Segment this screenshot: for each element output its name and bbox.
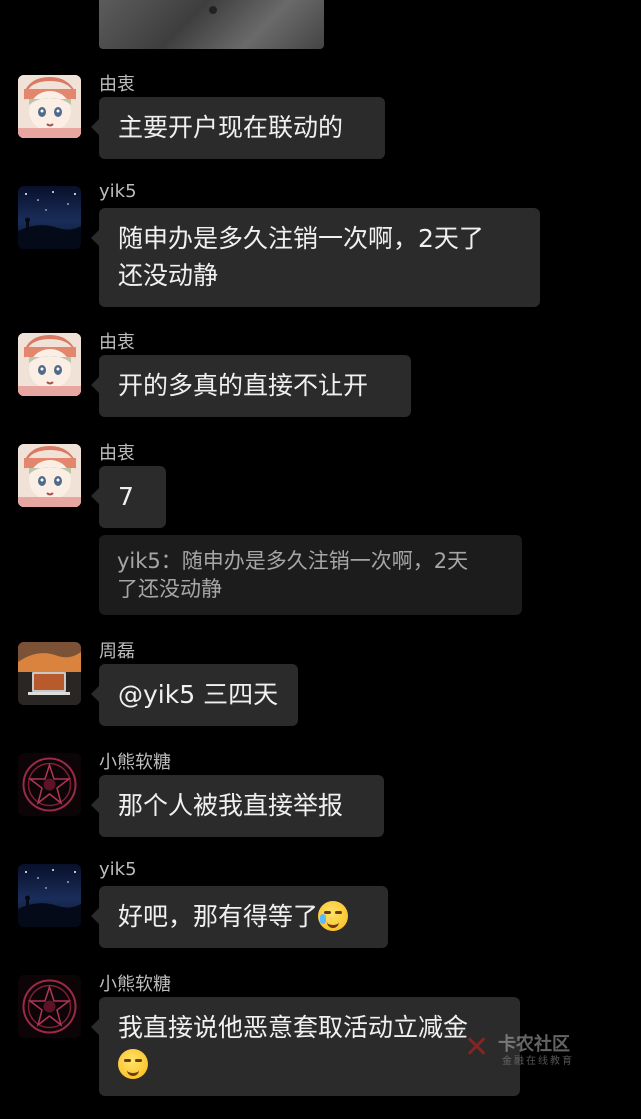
quote-text-line: yik5：随申办是多久注销一次啊，2天 [117,549,469,573]
sender-name: 由衷 [99,74,135,95]
image-detail [209,6,217,14]
sender-name: 小熊软糖 [99,752,171,773]
message-bubble[interactable]: 随申办是多久注销一次啊，2天了 还没动静 [91,208,540,307]
logo-icon: ✕ [464,1030,490,1065]
message-text-line: 还没动静 [118,261,219,290]
message-bubble[interactable]: 好吧，那有得等了 [91,886,388,948]
sender-name: 周磊 [99,641,135,662]
sender-name: 小熊软糖 [99,974,171,995]
message-text: 7 [118,482,134,511]
message-bubble[interactable]: @yik5 三四天 [91,664,298,726]
message-text-line: 随申办是多久注销一次啊，2天了 [118,224,484,253]
avatar[interactable] [18,186,81,249]
avatar[interactable] [18,753,81,816]
message-text: 开的多真的直接不让开 [118,371,369,400]
message-bubble[interactable]: 主要开户现在联动的 [91,97,385,159]
sender-name: 由衷 [99,443,135,464]
message-text: 我直接说他恶意套取活动立减金 [118,1013,469,1042]
message-bubble[interactable]: 7 [91,466,166,528]
crying-laughing-emoji [318,901,349,931]
sender-name: 由衷 [99,332,135,353]
avatar[interactable] [18,333,81,396]
watermark-slogan: 金融在线教育 [502,1056,574,1067]
avatar[interactable] [18,444,81,507]
message-bubble[interactable]: 那个人被我直接举报 [91,775,384,837]
message-text: @yik5 三四天 [118,680,279,709]
watermark-logo: ✕ 卡农社区 金融在线教育 [464,1028,594,1068]
avatar[interactable] [18,864,81,927]
sender-name: yik5 [99,859,137,880]
message-bubble[interactable]: 开的多真的直接不让开 [91,355,411,417]
avatar[interactable] [18,975,81,1038]
smirk-emoji [118,1049,148,1079]
message-text: 那个人被我直接举报 [118,791,344,820]
message-text: 好吧，那有得等了 [118,902,319,931]
avatar[interactable] [18,75,81,138]
shared-image-partial[interactable] [99,0,324,49]
avatar[interactable] [18,642,81,705]
message-bubble[interactable]: 我直接说他恶意套取活动立减金 [91,997,520,1096]
quoted-message[interactable]: yik5：随申办是多久注销一次啊，2天 了还没动静 [99,535,522,615]
quote-text-line: 了还没动静 [117,577,222,601]
sender-name: yik5 [99,181,137,202]
message-text: 主要开户现在联动的 [118,113,344,142]
